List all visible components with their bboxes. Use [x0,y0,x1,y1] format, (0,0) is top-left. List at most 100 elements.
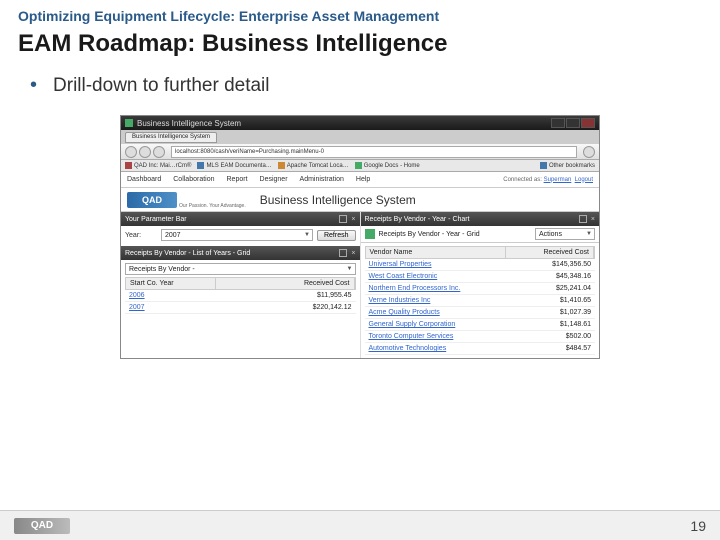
table-row[interactable]: West Coast Electronic$45,348.16 [365,271,596,283]
panel-title: Receipts By Vendor - Year - Chart [365,216,470,223]
slide-header: Optimizing Equipment Lifecycle: Enterpri… [0,0,720,28]
grid-toolbar: Receipts By Vendor - Year - Grid Actions [361,226,600,243]
table-row[interactable]: Universal Properties$145,356.50 [365,259,596,271]
year-link[interactable]: 2006 [125,290,215,301]
panel-collapse-icon[interactable] [339,249,347,257]
browser-tab[interactable]: Business Intelligence System [125,132,217,143]
table-row[interactable]: Northern End Processors Inc.$25,241.04 [365,283,596,295]
cost-cell: $1,027.39 [505,307,596,318]
menu-report[interactable]: Report [227,176,248,183]
col-received-cost[interactable]: Received Cost [216,278,355,289]
table-row[interactable]: Automotive Technologies$484.57 [365,343,596,355]
panel-collapse-icon[interactable] [579,215,587,223]
panel-collapse-icon[interactable] [339,215,347,223]
table-row[interactable]: 2007 $220,142.12 [125,302,356,314]
app-menubar: Dashboard Collaboration Report Designer … [121,172,599,188]
other-bookmarks[interactable]: Other bookmarks [540,162,595,169]
col-year[interactable]: Start Co. Year [126,278,216,289]
bookmark-label: Google Docs - Home [364,163,420,169]
back-button[interactable] [125,146,137,158]
menu-administration[interactable]: Administration [300,176,344,183]
left-grid-header: Receipts By Vendor - List of Years - Gri… [121,246,360,260]
year-value: 2007 [165,232,181,239]
bookmark-item[interactable]: Google Docs - Home [355,162,420,169]
table-row[interactable]: 2006 $11,955.45 [125,290,356,302]
bookmark-item[interactable]: QAD Inc: Mai…rCm® [125,162,191,169]
vendor-link[interactable]: Toronto Computer Services [365,331,505,342]
vendor-link[interactable]: Northern End Processors Inc. [365,283,505,294]
vendor-table-header: Vendor Name Received Cost [365,246,596,259]
menu-dashboard[interactable]: Dashboard [127,176,161,183]
reload-button[interactable] [153,146,165,158]
forward-button[interactable] [139,146,151,158]
panel-close-icon[interactable]: × [351,250,355,257]
bullet-dot-icon: • [30,74,37,97]
year-select[interactable]: 2007 [161,229,313,241]
cost-cell: $1,148.61 [505,319,596,330]
page-number: 19 [690,518,706,534]
vendor-link[interactable]: Acme Quality Products [365,307,505,318]
cost-cell: $25,241.04 [505,283,596,294]
slide-title: EAM Roadmap: Business Intelligence [0,28,720,68]
panel-title: Your Parameter Bar [125,216,187,223]
cost-cell: $1,410.65 [505,295,596,306]
bookmark-label: MLS EAM Documenta… [206,163,271,169]
grid-select-value: Receipts By Vendor - [129,266,195,273]
table-row[interactable]: General Supply Corporation$1,148.61 [365,319,596,331]
vendor-link[interactable]: Verne Industries Inc [365,295,505,306]
window-close-button[interactable] [581,118,595,128]
user-link[interactable]: Superman [544,177,572,183]
app-icon [125,119,133,127]
tagline: Our Passion. Your Advantage. [179,203,246,209]
cost-cell: $45,348.16 [505,271,596,282]
cost-cell: $145,356.50 [505,259,596,270]
embedded-screenshot: Business Intelligence System Business In… [120,115,600,359]
window-minimize-button[interactable] [551,118,565,128]
vendor-link[interactable]: General Supply Corporation [365,319,505,330]
panel-title: Receipts By Vendor - List of Years - Gri… [125,250,250,257]
system-title: Business Intelligence System [260,193,416,207]
grid-icon [365,229,375,239]
window-maximize-button[interactable] [566,118,580,128]
table-row[interactable]: Verne Industries Inc$1,410.65 [365,295,596,307]
bullet-item: • Drill-down to further detail [0,68,720,103]
menu-help[interactable]: Help [356,176,370,183]
cost-cell: $484.57 [505,343,596,354]
logout-link[interactable]: Logout [575,177,593,183]
bookmark-label: QAD Inc: Mai…rCm® [134,163,191,169]
chart-header: Receipts By Vendor - Year - Chart × [361,212,600,226]
qad-logo: QAD [127,192,177,208]
parameter-bar-header: Your Parameter Bar × [121,212,360,226]
vendor-link[interactable]: West Coast Electronic [365,271,505,282]
year-link[interactable]: 2007 [125,302,215,313]
vendor-link[interactable]: Automotive Technologies [365,343,505,354]
cost-cell: $220,142.12 [215,302,356,313]
window-titlebar: Business Intelligence System [121,116,599,130]
bookmark-item[interactable]: Apache Tomcat Loca… [278,162,349,169]
bookmark-label: Other bookmarks [549,163,595,169]
window-title: Business Intelligence System [137,119,241,128]
footer-logo: QAD [14,518,70,534]
grid-select[interactable]: Receipts By Vendor - [125,263,356,275]
slide-footer: QAD 19 [0,510,720,540]
menu-button[interactable] [583,146,595,158]
vendor-link[interactable]: Universal Properties [365,259,505,270]
col-received-cost[interactable]: Received Cost [506,247,595,258]
panel-close-icon[interactable]: × [351,216,355,223]
connection-status: Connected as: Superman Logout [503,177,593,183]
browser-navbar: localhost:8080/cash/veriName=Purchasing.… [121,144,599,160]
refresh-button[interactable]: Refresh [317,230,356,241]
table-row[interactable]: Acme Quality Products$1,027.39 [365,307,596,319]
menu-designer[interactable]: Designer [260,176,288,183]
cost-cell: $11,955.45 [215,290,356,301]
table-row[interactable]: Toronto Computer Services$502.00 [365,331,596,343]
left-table-header: Start Co. Year Received Cost [125,277,356,290]
address-bar[interactable]: localhost:8080/cash/veriName=Purchasing.… [171,146,577,158]
bookmarks-bar: QAD Inc: Mai…rCm® MLS EAM Documenta… Apa… [121,160,599,172]
actions-select[interactable]: Actions [535,228,595,240]
menu-collaboration[interactable]: Collaboration [173,176,214,183]
col-vendor-name[interactable]: Vendor Name [366,247,506,258]
bookmark-item[interactable]: MLS EAM Documenta… [197,162,271,169]
panel-close-icon[interactable]: × [591,216,595,223]
browser-tabbar: Business Intelligence System [121,130,599,144]
